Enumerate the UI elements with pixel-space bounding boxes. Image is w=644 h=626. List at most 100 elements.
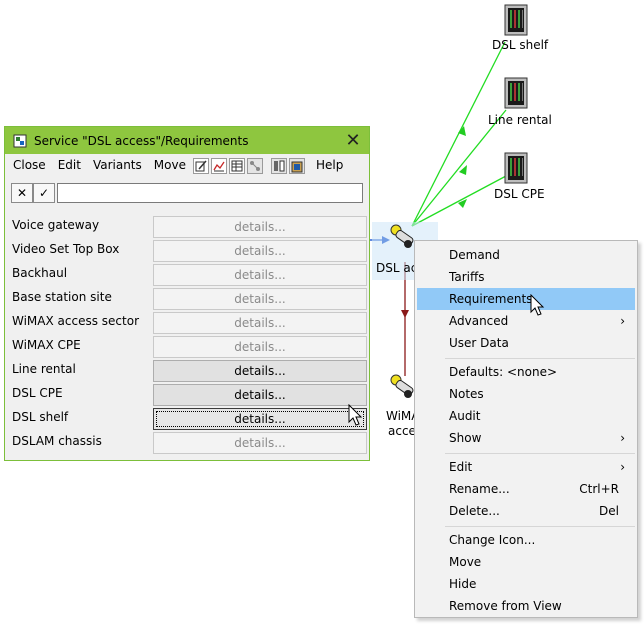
details-button-dslam-chassis[interactable]: details... — [153, 432, 367, 454]
menu-item-label: Tariffs — [449, 270, 485, 284]
requirement-row-wimax-cpe: WiMAX CPE details... — [11, 336, 367, 358]
menu-item-move[interactable]: Move — [417, 551, 635, 573]
chevron-right-icon: › — [620, 314, 625, 328]
menu-item-show[interactable]: Show › — [417, 427, 635, 449]
columns-icon[interactable] — [270, 157, 287, 174]
network-icon[interactable] — [246, 157, 263, 174]
details-button-voice-gateway[interactable]: details... — [153, 216, 367, 238]
requirement-label: Video Set Top Box — [12, 242, 120, 256]
details-button-wimax-access-sector[interactable]: details... — [153, 312, 367, 334]
menu-item-label: Requirements — [449, 292, 533, 306]
requirement-label: Line rental — [12, 362, 76, 376]
menu-item-label: Audit — [449, 409, 481, 423]
menu-item-demand[interactable]: Demand — [417, 244, 635, 266]
requirement-row-dsl-cpe: DSL CPE details... — [11, 384, 367, 406]
mouse-pointer-icon — [530, 294, 545, 316]
menu-item-label: Move — [449, 555, 482, 569]
menu-item-shortcut: Del — [599, 504, 619, 518]
menu-item-label: Remove from View — [449, 599, 562, 613]
menu-item-label: User Data — [449, 336, 509, 350]
wimax-access-node-icon[interactable] — [390, 374, 414, 398]
dialog-menubar: Close Edit Variants Move Help — [5, 154, 369, 177]
requirement-label: Voice gateway — [12, 218, 100, 232]
details-button-dsl-cpe[interactable]: details... — [153, 384, 367, 406]
requirement-row-wimax-access-sector: WiMAX access sector details... — [11, 312, 367, 334]
requirement-row-dsl-shelf: DSL shelf details... — [11, 408, 367, 430]
dsl-cpe-node-icon[interactable] — [504, 152, 528, 184]
context-menu: Demand Tariffs Requirements Advanced › U… — [414, 240, 638, 618]
menu-edit[interactable]: Edit — [52, 154, 87, 177]
menu-item-notes[interactable]: Notes — [417, 383, 635, 405]
details-button-base-station-site[interactable]: details... — [153, 288, 367, 310]
details-button-backhaul[interactable]: details... — [153, 264, 367, 286]
requirement-label: WiMAX CPE — [12, 338, 81, 352]
details-button-wimax-cpe[interactable]: details... — [153, 336, 367, 358]
edge-dsl-cpe — [411, 175, 507, 227]
menu-close[interactable]: Close — [7, 154, 52, 177]
menu-item-shortcut: Ctrl+R — [579, 482, 619, 496]
menu-item-edit[interactable]: Edit › — [417, 456, 635, 478]
menu-item-label: Rename... — [449, 482, 510, 496]
requirement-row-voice-gateway: Voice gateway details... — [11, 216, 367, 238]
menu-item-label: Change Icon... — [449, 533, 536, 547]
menu-item-label: Edit — [449, 460, 473, 474]
window-app-icon — [13, 134, 27, 148]
edge-dsl-shelf — [411, 41, 506, 227]
menu-item-label: Show — [449, 431, 482, 445]
requirement-label: DSLAM chassis — [12, 434, 102, 448]
menu-item-label: Hide — [449, 577, 477, 591]
requirement-row-video-set-top-box: Video Set Top Box details... — [11, 240, 367, 262]
requirement-row-line-rental: Line rental details... — [11, 360, 367, 382]
details-button-video-set-top-box[interactable]: details... — [153, 240, 367, 262]
chevron-right-icon: › — [620, 460, 625, 474]
menu-item-change-icon[interactable]: Change Icon... — [417, 529, 635, 551]
details-button-dsl-shelf[interactable]: details... — [153, 408, 367, 430]
clipboard-icon[interactable] — [288, 157, 305, 174]
dialog-titlebar[interactable]: Service "DSL access"/Requirements ✕ — [5, 127, 369, 154]
table-icon[interactable] — [228, 157, 245, 174]
menu-item-label: Demand — [449, 248, 500, 262]
requirements-dialog: Service "DSL access"/Requirements ✕ Clos… — [4, 126, 370, 461]
menu-item-audit[interactable]: Audit — [417, 405, 635, 427]
chevron-right-icon: › — [620, 431, 625, 445]
mouse-pointer-icon — [348, 404, 363, 426]
menu-separator — [445, 358, 635, 359]
menu-help[interactable]: Help — [310, 154, 349, 177]
requirement-label: DSL shelf — [12, 410, 69, 424]
dialog-title: Service "DSL access"/Requirements — [34, 133, 249, 148]
dsl-shelf-node-icon[interactable] — [504, 4, 528, 36]
menu-variants[interactable]: Variants — [87, 154, 148, 177]
menu-item-rename[interactable]: Rename... Ctrl+R — [417, 478, 635, 500]
cancel-edit-icon[interactable]: ✕ — [11, 183, 33, 203]
menu-item-label: Defaults: <none> — [449, 365, 557, 379]
requirement-label: DSL CPE — [12, 386, 63, 400]
edit-input[interactable] — [57, 183, 363, 203]
menu-separator — [445, 526, 635, 527]
confirm-edit-icon[interactable]: ✓ — [33, 183, 55, 203]
menu-item-advanced[interactable]: Advanced › — [417, 310, 635, 332]
menu-item-defaults[interactable]: Defaults: <none> — [417, 361, 635, 383]
menu-item-delete[interactable]: Delete... Del — [417, 500, 635, 522]
menu-item-tariffs[interactable]: Tariffs — [417, 266, 635, 288]
menu-item-hide[interactable]: Hide — [417, 573, 635, 595]
edit-form-icon[interactable] — [192, 157, 209, 174]
close-icon[interactable]: ✕ — [341, 129, 365, 152]
requirement-row-base-station-site: Base station site details... — [11, 288, 367, 310]
menu-item-requirements[interactable]: Requirements — [417, 288, 635, 310]
menu-item-user-data[interactable]: User Data — [417, 332, 635, 354]
menu-item-label: Delete... — [449, 504, 500, 518]
line-rental-node-icon[interactable] — [504, 77, 528, 109]
requirement-label: WiMAX access sector — [12, 314, 139, 328]
requirement-row-backhaul: Backhaul details... — [11, 264, 367, 286]
edge-line-rental — [411, 109, 507, 227]
dsl-shelf-node-label: DSL shelf — [492, 38, 549, 52]
requirement-label: Backhaul — [12, 266, 68, 280]
chart-icon[interactable] — [210, 157, 227, 174]
menu-move[interactable]: Move — [148, 154, 192, 177]
edit-row: ✕ ✓ — [11, 183, 363, 203]
requirement-label: Base station site — [12, 290, 112, 304]
menu-item-remove-from-view[interactable]: Remove from View — [417, 595, 635, 617]
details-button-line-rental[interactable]: details... — [153, 360, 367, 382]
menu-separator — [445, 453, 635, 454]
dsl-cpe-node-label: DSL CPE — [494, 187, 545, 201]
